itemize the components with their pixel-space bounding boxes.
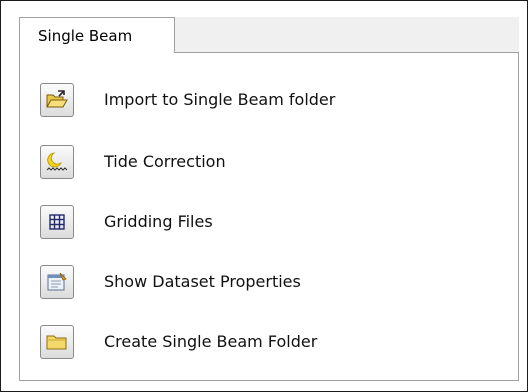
- folder-icon: [46, 333, 68, 351]
- single-beam-panel: Import to Single Beam folder Tide Correc…: [19, 53, 519, 381]
- tide-correction-action[interactable]: Tide Correction: [40, 145, 500, 181]
- tab-strip: Single Beam: [19, 17, 519, 54]
- ribbon-window: Single Beam Import to Single Beam folder: [0, 0, 528, 392]
- tide-moon-icon: [45, 150, 69, 174]
- properties-icon: [46, 272, 68, 292]
- import-label: Import to Single Beam folder: [104, 90, 336, 109]
- gridding-files-action[interactable]: Gridding Files: [40, 205, 500, 241]
- import-button[interactable]: [40, 83, 74, 117]
- gridding-files-button[interactable]: [40, 205, 74, 239]
- show-dataset-properties-action[interactable]: Show Dataset Properties: [40, 265, 500, 301]
- show-dataset-properties-label: Show Dataset Properties: [104, 272, 301, 291]
- tide-correction-label: Tide Correction: [104, 152, 226, 171]
- show-dataset-properties-button[interactable]: [40, 265, 74, 299]
- create-single-beam-folder-action[interactable]: Create Single Beam Folder: [40, 325, 500, 361]
- gridding-files-label: Gridding Files: [104, 212, 213, 231]
- open-folder-icon: [46, 90, 68, 110]
- tide-correction-button[interactable]: [40, 145, 74, 179]
- import-to-single-beam-folder-action[interactable]: Import to Single Beam folder: [40, 83, 500, 119]
- tab-single-beam[interactable]: Single Beam: [19, 17, 175, 54]
- grid-icon: [49, 214, 65, 230]
- create-folder-button[interactable]: [40, 325, 74, 359]
- create-single-beam-folder-label: Create Single Beam Folder: [104, 332, 318, 351]
